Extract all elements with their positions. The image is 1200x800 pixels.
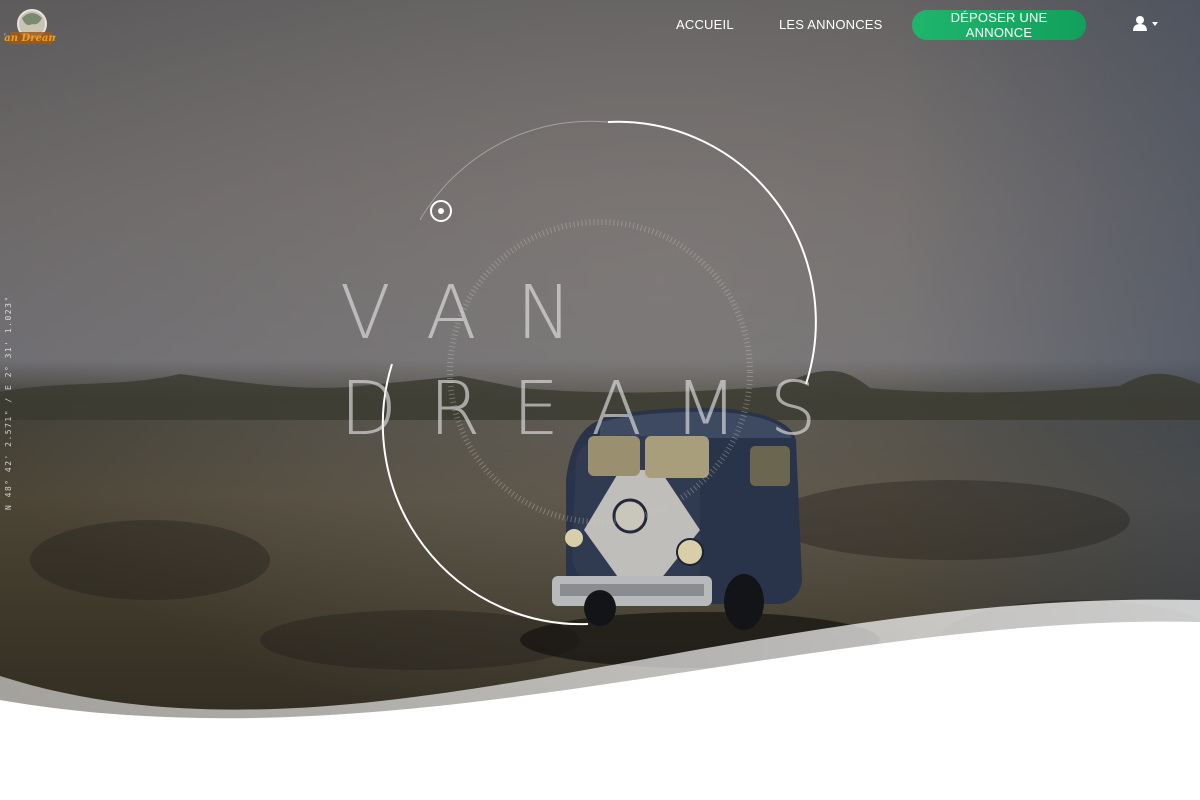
nav-link-listings[interactable]: LES ANNONCES xyxy=(779,17,883,32)
hero-title-line-2: DREAMS xyxy=(340,366,849,452)
user-icon xyxy=(1133,16,1158,31)
nav-link-home[interactable]: ACCUEIL xyxy=(676,17,734,32)
svg-text:Van Dreams: Van Dreams xyxy=(4,33,56,44)
hero-title-line-1: VAN xyxy=(340,270,612,356)
hero-section: VAN DREAMS N 48° 42' 2.571" / E 2° 31' 1… xyxy=(0,0,1200,800)
target-dot-icon xyxy=(430,200,452,222)
caret-down-icon xyxy=(1152,22,1158,26)
user-menu-dropdown[interactable] xyxy=(1132,15,1160,33)
site-logo[interactable]: Van Dreams xyxy=(0,4,65,54)
post-listing-button[interactable]: DÉPOSER UNE ANNONCE xyxy=(912,10,1086,40)
logo-emblem: Van Dreams xyxy=(0,9,65,44)
gps-coordinates: N 48° 42' 2.571" / E 2° 31' 1.023" xyxy=(4,295,13,510)
